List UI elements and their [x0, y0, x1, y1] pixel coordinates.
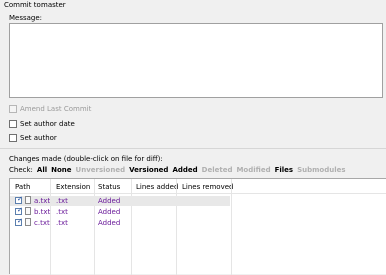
file-path: a.txt: [34, 197, 51, 205]
file-path: b.txt: [34, 208, 51, 216]
set-author-date-label: Set author date: [20, 120, 75, 128]
message-label: Message:: [9, 14, 43, 22]
column-header-path[interactable]: Path: [15, 183, 30, 191]
check-unversioned-link: Unversioned: [75, 166, 126, 174]
check-label: Check:: [9, 166, 33, 174]
column-header-lines-added[interactable]: Lines added: [136, 183, 178, 191]
column-header-lines-removed[interactable]: Lines removed: [182, 183, 234, 191]
check-versioned-link[interactable]: Versioned: [129, 166, 168, 174]
file-checkbox[interactable]: ✓: [15, 206, 23, 215]
checkbox-box[interactable]: [9, 120, 17, 128]
file-checkbox[interactable]: ✓: [15, 217, 23, 226]
set-author-date-checkbox[interactable]: Set author date: [9, 119, 75, 129]
checkbox-box[interactable]: [9, 134, 17, 142]
file-status: Added: [98, 197, 121, 205]
amend-last-commit-checkbox: Amend Last Commit: [9, 104, 91, 114]
checkbox-box: [9, 105, 17, 113]
check-files-link[interactable]: Files: [275, 166, 294, 174]
checkmark-icon: ✓: [17, 217, 23, 225]
file-icon: [25, 196, 31, 204]
column-header-extension[interactable]: Extension: [56, 183, 90, 191]
file-extension: .txt: [56, 197, 68, 205]
file-path: c.txt: [34, 219, 50, 227]
amend-last-commit-label: Amend Last Commit: [20, 105, 92, 113]
changes-made-label: Changes made (double-click on file for d…: [9, 155, 163, 163]
file-checkbox[interactable]: ✓: [15, 195, 23, 204]
commit-to-label: Commit to:: [4, 1, 44, 9]
file-row[interactable]: ✓ c.txt .txt Added: [10, 218, 230, 228]
commit-message-input[interactable]: [9, 23, 383, 98]
check-modified-link: Modified: [236, 166, 271, 174]
check-none-link[interactable]: None: [51, 166, 71, 174]
branch-name: master: [41, 1, 66, 9]
file-icon: [25, 207, 31, 215]
file-status: Added: [98, 208, 121, 216]
column-header-status[interactable]: Status: [98, 183, 120, 191]
checkmark-icon: ✓: [17, 206, 23, 214]
changed-files-list[interactable]: Path Extension Status Lines added Lines …: [9, 178, 386, 275]
set-author-label: Set author: [20, 134, 57, 142]
file-row[interactable]: ✓ b.txt .txt Added: [10, 207, 230, 217]
file-icon: [25, 218, 31, 226]
file-row[interactable]: ✓ a.txt .txt Added: [10, 196, 230, 206]
check-deleted-link: Deleted: [201, 166, 233, 174]
file-status: Added: [98, 219, 121, 227]
file-extension: .txt: [56, 219, 68, 227]
file-list-header: Path Extension Status Lines added Lines …: [10, 179, 386, 194]
check-submodules-link: Submodules: [297, 166, 346, 174]
check-added-link[interactable]: Added: [172, 166, 197, 174]
check-filter-bar: Check: All None Unversioned Versioned Ad…: [9, 166, 346, 174]
column-divider: [231, 179, 232, 275]
file-extension: .txt: [56, 208, 68, 216]
checkmark-icon: ✓: [17, 195, 23, 203]
set-author-checkbox[interactable]: Set author: [9, 133, 57, 143]
check-all-link[interactable]: All: [37, 166, 47, 174]
section-divider: [0, 148, 386, 149]
